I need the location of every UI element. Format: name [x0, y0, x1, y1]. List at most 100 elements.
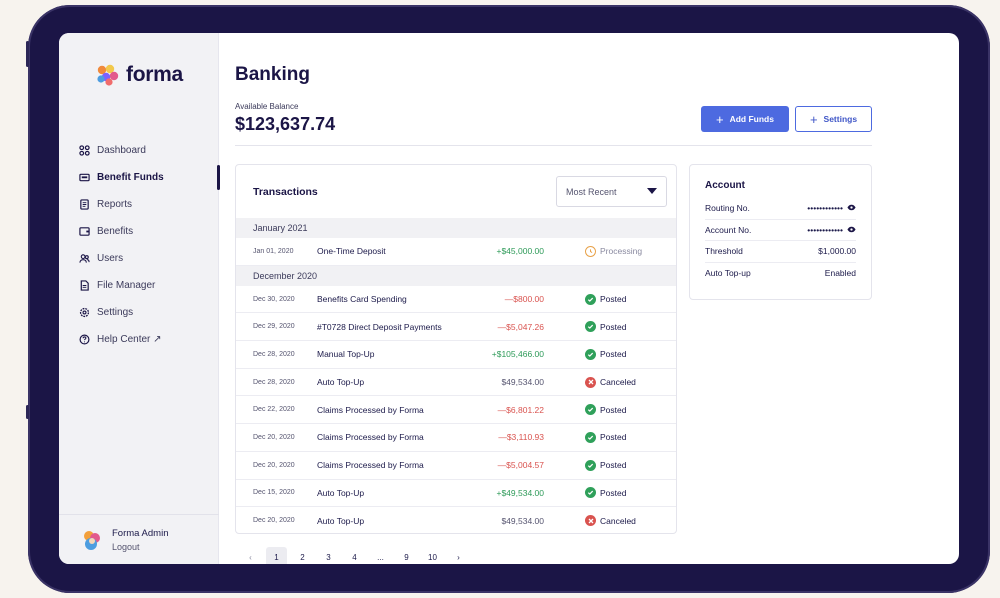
- account-row: Routing No. ••••••••••••: [705, 198, 856, 220]
- table-row[interactable]: Dec 20, 2020 Auto Top-Up $49,534.00 Cancele…: [236, 507, 676, 533]
- transaction-description: Manual Top-Up: [317, 349, 375, 360]
- account-row: Auto Top-up Enabled: [705, 263, 856, 285]
- page-button[interactable]: 9: [396, 547, 417, 564]
- account-label: Account No.: [705, 224, 752, 235]
- page-button[interactable]: 1: [266, 547, 287, 564]
- dashboard-icon: [79, 145, 90, 156]
- logo[interactable]: forma: [96, 63, 183, 87]
- gear-icon: [79, 307, 90, 318]
- settings-button[interactable]: + Settings: [795, 106, 872, 132]
- user-profile[interactable]: Forma Admin Logout: [59, 514, 219, 564]
- table-row[interactable]: Dec 30, 2020 Benefits Card Spending —$800.…: [236, 286, 676, 314]
- next-page-button[interactable]: ›: [448, 547, 469, 564]
- benefits-icon: [79, 227, 90, 236]
- transaction-description: One-Time Deposit: [317, 246, 386, 257]
- account-value-wrap: $1,000.00: [818, 246, 856, 256]
- transaction-date: Dec 29, 2020: [253, 323, 295, 331]
- sidebar-item-file-manager[interactable]: File Manager: [79, 272, 219, 299]
- settings-label: Settings: [823, 114, 858, 124]
- help-icon: [79, 334, 90, 345]
- transaction-amount: +$105,466.00: [491, 349, 544, 360]
- table-row[interactable]: Dec 29, 2020 #T0728 Direct Deposit Paymen…: [236, 313, 676, 342]
- account-value: ••••••••••••: [807, 203, 843, 214]
- logout-link[interactable]: Logout: [112, 542, 169, 552]
- transaction-date: Dec 22, 2020: [253, 406, 295, 414]
- brand-name: forma: [126, 63, 183, 86]
- transaction-amount: —$5,004.57: [497, 460, 544, 471]
- check-circle-icon: [585, 404, 596, 416]
- sidebar-item-settings[interactable]: Settings: [79, 299, 219, 326]
- check-circle-icon: [585, 348, 596, 360]
- table-row[interactable]: Dec 28, 2020 Manual Top-Up +$105,466.00 Pos…: [236, 341, 676, 369]
- main-content: Banking Available Balance $123,637.74 + …: [235, 33, 959, 564]
- sidebar-item-label: Help Center ↗: [97, 334, 162, 345]
- sidebar-item-dashboard[interactable]: Dashboard: [79, 137, 219, 164]
- page-button[interactable]: 10: [422, 547, 443, 564]
- account-value-wrap: ••••••••••••: [807, 203, 856, 213]
- transaction-date: Dec 20, 2020: [253, 461, 295, 469]
- sidebar-item-label: Benefits: [97, 226, 134, 237]
- caret-down-icon: [647, 188, 657, 194]
- balance-label: Available Balance: [235, 102, 299, 111]
- avatar: [84, 530, 100, 550]
- pagination: ‹ 1 2 3 4... 9 10 ›: [240, 547, 469, 564]
- sidebar-item-benefits[interactable]: Benefits: [79, 218, 219, 245]
- table-row[interactable]: Dec 20, 2020 Claims Processed by Forma —$5…: [236, 452, 676, 480]
- sidebar-item-label: File Manager: [97, 280, 156, 291]
- sidebar-item-users[interactable]: Users: [79, 245, 219, 272]
- page-button[interactable]: ...: [370, 547, 391, 564]
- forma-logo-icon: [97, 64, 119, 86]
- add-funds-button[interactable]: + Add Funds: [701, 106, 789, 132]
- transaction-amount: +$49,534.00: [496, 487, 544, 498]
- page-button[interactable]: 2: [292, 547, 313, 564]
- status-badge: Posted: [585, 348, 626, 360]
- account-value: $1,000.00: [818, 246, 856, 257]
- table-row[interactable]: Dec 28, 2020 Auto Top-Up $49,534.00 Cancele…: [236, 369, 676, 397]
- sort-value: Most Recent: [566, 186, 617, 197]
- eye-icon[interactable]: [847, 203, 856, 213]
- x-circle-icon: [585, 515, 596, 527]
- account-card: Account Routing No. •••••••••••• Account N…: [689, 164, 872, 300]
- file-icon: [80, 280, 89, 291]
- plus-icon: +: [716, 111, 724, 127]
- account-value-wrap: ••••••••••••: [807, 225, 856, 235]
- page-title: Banking: [235, 64, 310, 85]
- status-badge: Posted: [585, 459, 626, 471]
- check-circle-icon: [585, 431, 596, 443]
- transaction-description: Auto Top-Up: [317, 377, 365, 388]
- transaction-date: Jan 01, 2020: [253, 247, 294, 255]
- table-row[interactable]: Dec 15, 2020 Auto Top-Up +$49,534.00 Posted: [236, 480, 676, 508]
- sidebar-item-benefit-funds[interactable]: Benefit Funds: [79, 164, 220, 191]
- tablet-side-button: [26, 41, 29, 67]
- status-label: Posted: [600, 432, 627, 443]
- prev-page-button[interactable]: ‹: [240, 547, 261, 564]
- eye-icon[interactable]: [847, 225, 856, 235]
- page-button[interactable]: 4: [344, 547, 365, 564]
- sidebar-item-label: Reports: [97, 199, 133, 210]
- sidebar-item-help-center[interactable]: Help Center ↗: [79, 326, 219, 353]
- table-row[interactable]: Dec 22, 2020 Claims Processed by Forma —$6…: [236, 396, 676, 425]
- balance-value: $123,637.74: [235, 114, 336, 134]
- status-badge: Processing: [585, 245, 642, 257]
- sidebar-item-reports[interactable]: Reports: [79, 191, 219, 218]
- transaction-amount: —$5,047.26: [497, 321, 544, 332]
- table-row[interactable]: Jan 01, 2020 One-Time Deposit +$45,000.00 P…: [236, 238, 676, 266]
- page-button[interactable]: 3: [318, 547, 339, 564]
- transaction-amount: —$6,801.22: [497, 404, 544, 415]
- transaction-date: Dec 15, 2020: [253, 489, 295, 497]
- group-header: January 2021: [236, 218, 676, 238]
- account-row: Threshold $1,000.00: [705, 241, 856, 263]
- add-funds-label: Add Funds: [729, 114, 774, 124]
- sidebar-item-label: Dashboard: [97, 145, 146, 156]
- status-label: Canceled: [600, 377, 636, 388]
- sort-select[interactable]: Most Recent: [556, 176, 667, 207]
- table-row[interactable]: Dec 20, 2020 Claims Processed by Forma —$3…: [236, 424, 676, 452]
- check-circle-icon: [585, 321, 596, 333]
- transaction-amount: $49,534.00: [501, 515, 544, 526]
- account-value: ••••••••••••: [807, 224, 843, 235]
- account-value-wrap: Enabled: [825, 268, 856, 278]
- transaction-description: Auto Top-Up: [317, 487, 365, 498]
- wallet-icon: [79, 173, 90, 182]
- account-title: Account: [705, 180, 745, 191]
- transaction-date: Dec 20, 2020: [253, 517, 295, 525]
